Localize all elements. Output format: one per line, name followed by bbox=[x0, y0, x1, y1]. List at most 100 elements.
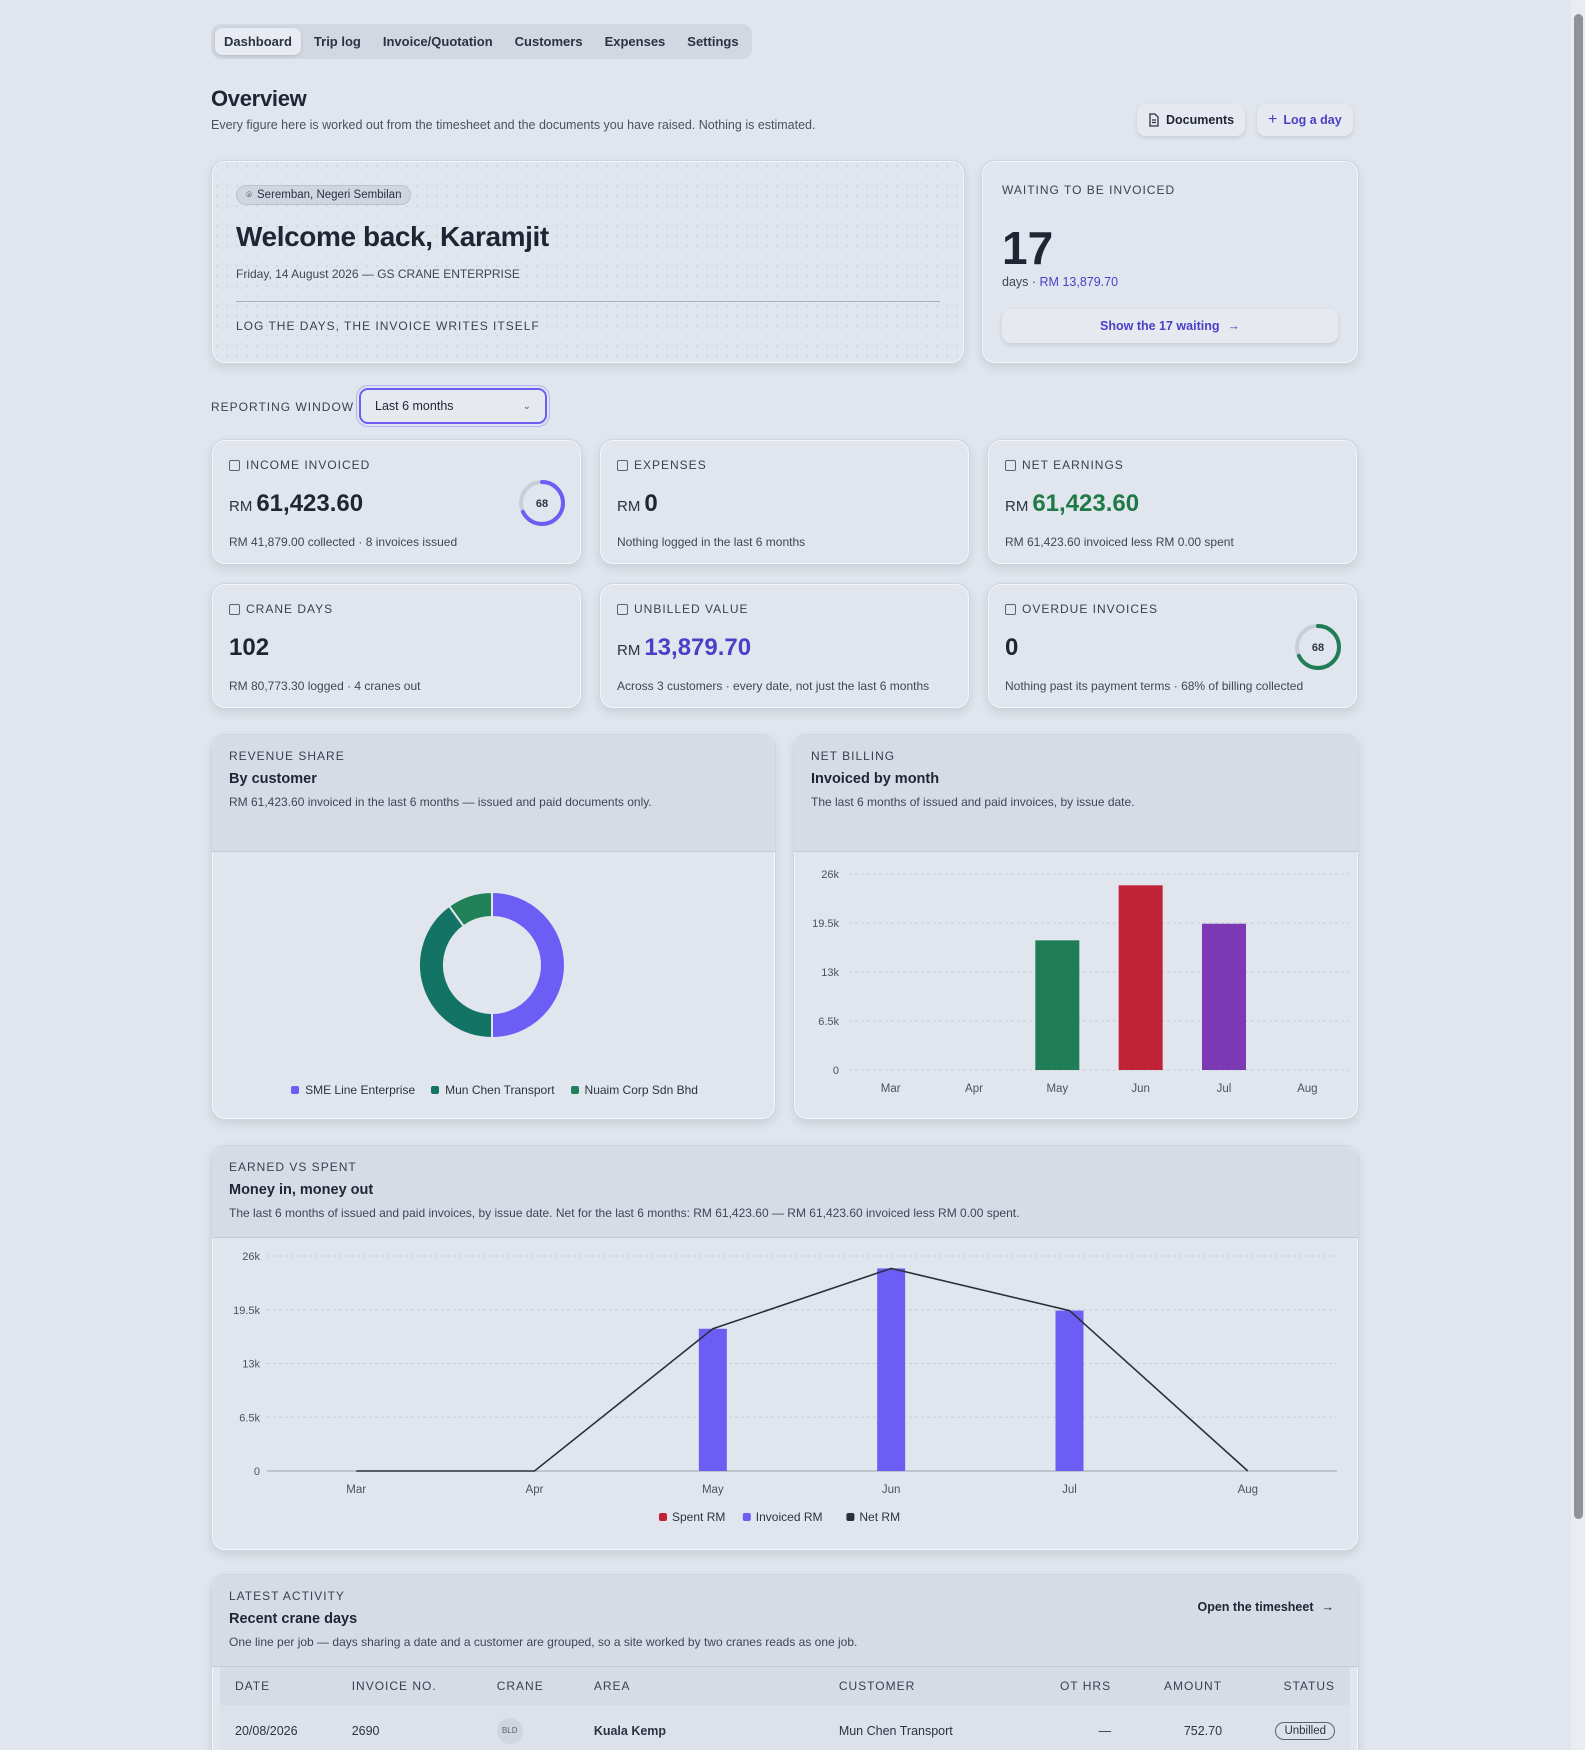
y-tick-label: 26k bbox=[821, 869, 839, 881]
expenses-foot: Nothing logged in the last 6 months bbox=[617, 535, 806, 549]
net-foot: RM 61,423.60 invoiced less RM 0.00 spent bbox=[1005, 535, 1234, 549]
waiting-count: 17 bbox=[1002, 222, 1054, 274]
income-foot: RM 41,879.00 collected · 8 invoices issu… bbox=[229, 535, 458, 549]
show-waiting-button[interactable]: Show the 17 waiting → bbox=[1002, 309, 1338, 343]
page-subtitle: Every figure here is worked out from the… bbox=[211, 118, 816, 132]
earned-label: EARNED VS SPENT bbox=[229, 1160, 357, 1174]
legend-label: Mun Chen Transport bbox=[445, 1083, 555, 1097]
documents-button[interactable]: Documents bbox=[1137, 104, 1246, 136]
legend-swatch bbox=[291, 1086, 300, 1094]
revenue-legend: SME Line Enterprise Mun Chen Transport Nua… bbox=[212, 1083, 777, 1097]
earned-header: EARNED VS SPENT Money in, money out The … bbox=[212, 1146, 1358, 1238]
col-area: AREA bbox=[593, 1679, 631, 1693]
billing-label: NET BILLING bbox=[811, 749, 896, 763]
bar[interactable] bbox=[1118, 885, 1163, 1070]
y-tick-label: 6.5k bbox=[239, 1412, 260, 1424]
y-tick-label: 26k bbox=[242, 1251, 260, 1263]
document-icon bbox=[1149, 113, 1159, 127]
cell-status: Unbilled bbox=[1237, 1705, 1350, 1750]
net-label-text: NET EARNINGS bbox=[1022, 458, 1124, 472]
col-invoice: INVOICE NO. bbox=[351, 1679, 437, 1693]
net-label: NET EARNINGS bbox=[1005, 458, 1124, 472]
revenue-label: REVENUE SHARE bbox=[229, 749, 345, 763]
overdue-ring-text: 68 bbox=[1312, 642, 1324, 654]
activity-table-wrap: DATE INVOICE NO. CRANE AREA CUSTOMER OT … bbox=[220, 1667, 1350, 1750]
legend-label: Net RM bbox=[859, 1510, 900, 1524]
cell-date: 20/08/2026 bbox=[220, 1705, 337, 1750]
tab-expenses[interactable]: Expenses bbox=[596, 28, 675, 55]
bar[interactable] bbox=[1202, 923, 1246, 1070]
y-tick-label: 0 bbox=[833, 1065, 839, 1077]
col-amount: AMOUNT bbox=[1164, 1679, 1223, 1693]
net-line bbox=[356, 1267, 1249, 1472]
net-earnings-card: NET EARNINGS RM 61,423.60 RM 61,423.60 in… bbox=[987, 439, 1358, 565]
x-tick-label: Aug bbox=[1238, 1484, 1258, 1496]
net-value: RM 61,423.60 bbox=[1005, 490, 1139, 518]
overdue-foot: Nothing past its payment terms · 68% of … bbox=[1005, 679, 1304, 693]
chevron-down-icon: ⌄ bbox=[522, 400, 531, 412]
waiting-label: WAITING TO BE INVOICED bbox=[1002, 183, 1176, 197]
tab-customers[interactable]: Customers bbox=[506, 28, 592, 55]
expenses-amount: 0 bbox=[644, 490, 658, 517]
legend-swatch bbox=[431, 1086, 440, 1094]
x-tick-label: May bbox=[1046, 1083, 1068, 1095]
expenses-label: EXPENSES bbox=[617, 458, 707, 472]
income-ring: 68 bbox=[519, 480, 565, 526]
x-tick-label: Apr bbox=[526, 1484, 544, 1496]
legend-item: Nuaim Corp Sdn Bhd bbox=[570, 1083, 698, 1097]
col-ot: OT HRS bbox=[1059, 1679, 1112, 1693]
scrollbar-thumb[interactable] bbox=[1574, 14, 1583, 1519]
expenses-card: EXPENSES RM 0 Nothing logged in the last … bbox=[599, 439, 970, 565]
activity-table: DATE INVOICE NO. CRANE AREA CUSTOMER OT … bbox=[220, 1667, 1350, 1750]
x-tick-label: Aug bbox=[1297, 1083, 1317, 1095]
billing-title: Invoiced by month bbox=[811, 771, 940, 787]
legend-item: SME Line Enterprise bbox=[291, 1083, 415, 1097]
x-tick-label: Jul bbox=[1217, 1083, 1232, 1095]
waiting-unit: days · bbox=[1002, 275, 1037, 289]
legend-label: SME Line Enterprise bbox=[305, 1083, 416, 1097]
net-billing-card: NET BILLING Invoiced by month The last 6… bbox=[793, 734, 1359, 1120]
donut-slice[interactable] bbox=[491, 890, 566, 1040]
calendar-icon bbox=[229, 603, 240, 615]
bar[interactable] bbox=[698, 1328, 727, 1471]
unbilled-label-text: UNBILLED VALUE bbox=[634, 602, 749, 616]
tab-invoice-quotation[interactable]: Invoice/Quotation bbox=[374, 28, 502, 55]
crane-days-card: CRANE DAYS 102 RM 80,773.30 logged · 4 c… bbox=[211, 583, 582, 709]
page-title: Overview bbox=[211, 86, 307, 111]
location-pin-icon: ⌾ bbox=[246, 189, 252, 201]
log-day-button[interactable]: + Log a day bbox=[1257, 104, 1353, 136]
arrow-right-icon: → bbox=[1227, 319, 1240, 333]
plus-icon: + bbox=[1268, 111, 1278, 128]
location-text: Seremban, Negeri Sembilan bbox=[257, 189, 402, 201]
open-timesheet-link[interactable]: Open the timesheet → bbox=[1198, 1600, 1335, 1614]
legend-item: Mun Chen Transport bbox=[431, 1083, 555, 1097]
unbilled-label: UNBILLED VALUE bbox=[617, 602, 748, 616]
tab-settings[interactable]: Settings bbox=[678, 28, 747, 55]
scrollbar[interactable] bbox=[1571, 0, 1585, 1750]
donut-slice[interactable] bbox=[418, 904, 493, 1040]
unbilled-currency: RM bbox=[617, 642, 641, 659]
clock-icon bbox=[1005, 603, 1016, 615]
bar[interactable] bbox=[1035, 940, 1080, 1070]
income-value: RM 61,423.60 bbox=[229, 490, 363, 518]
tab-dashboard[interactable]: Dashboard bbox=[215, 28, 301, 55]
reporting-select[interactable]: Last 6 months ⌄ bbox=[359, 388, 547, 424]
y-tick-label: 13k bbox=[242, 1359, 260, 1371]
income-currency: RM bbox=[229, 498, 253, 515]
bar[interactable] bbox=[877, 1268, 906, 1471]
bar[interactable] bbox=[1055, 1310, 1084, 1471]
unbilled-foot: Across 3 customers · every date, not jus… bbox=[617, 679, 930, 693]
cell-invoice: 2690 bbox=[336, 1705, 482, 1750]
legend-label: Spent RM bbox=[672, 1510, 725, 1524]
x-tick-label: May bbox=[702, 1484, 724, 1496]
tab-trip-log[interactable]: Trip log bbox=[305, 28, 370, 55]
billing-header: NET BILLING Invoiced by month The last 6… bbox=[794, 735, 1358, 852]
legend-swatch bbox=[570, 1086, 579, 1094]
table-row[interactable]: 20/08/2026 2690 BLD Kuala Kemp Mun Chen … bbox=[220, 1705, 1350, 1750]
billing-bar-chart: 0 6.5k 13k 19.5k 26k Mar Apr May Jun Jul Aug bbox=[812, 869, 1349, 1095]
crane-label-text: CRANE DAYS bbox=[246, 602, 334, 616]
waiting-detail: days · RM 13,879.70 bbox=[1002, 275, 1118, 289]
revenue-header: REVENUE SHARE By customer RM 61,423.60 i… bbox=[212, 735, 775, 852]
expenses-label-text: EXPENSES bbox=[634, 458, 707, 472]
net-amount: 61,423.60 bbox=[1032, 490, 1140, 517]
